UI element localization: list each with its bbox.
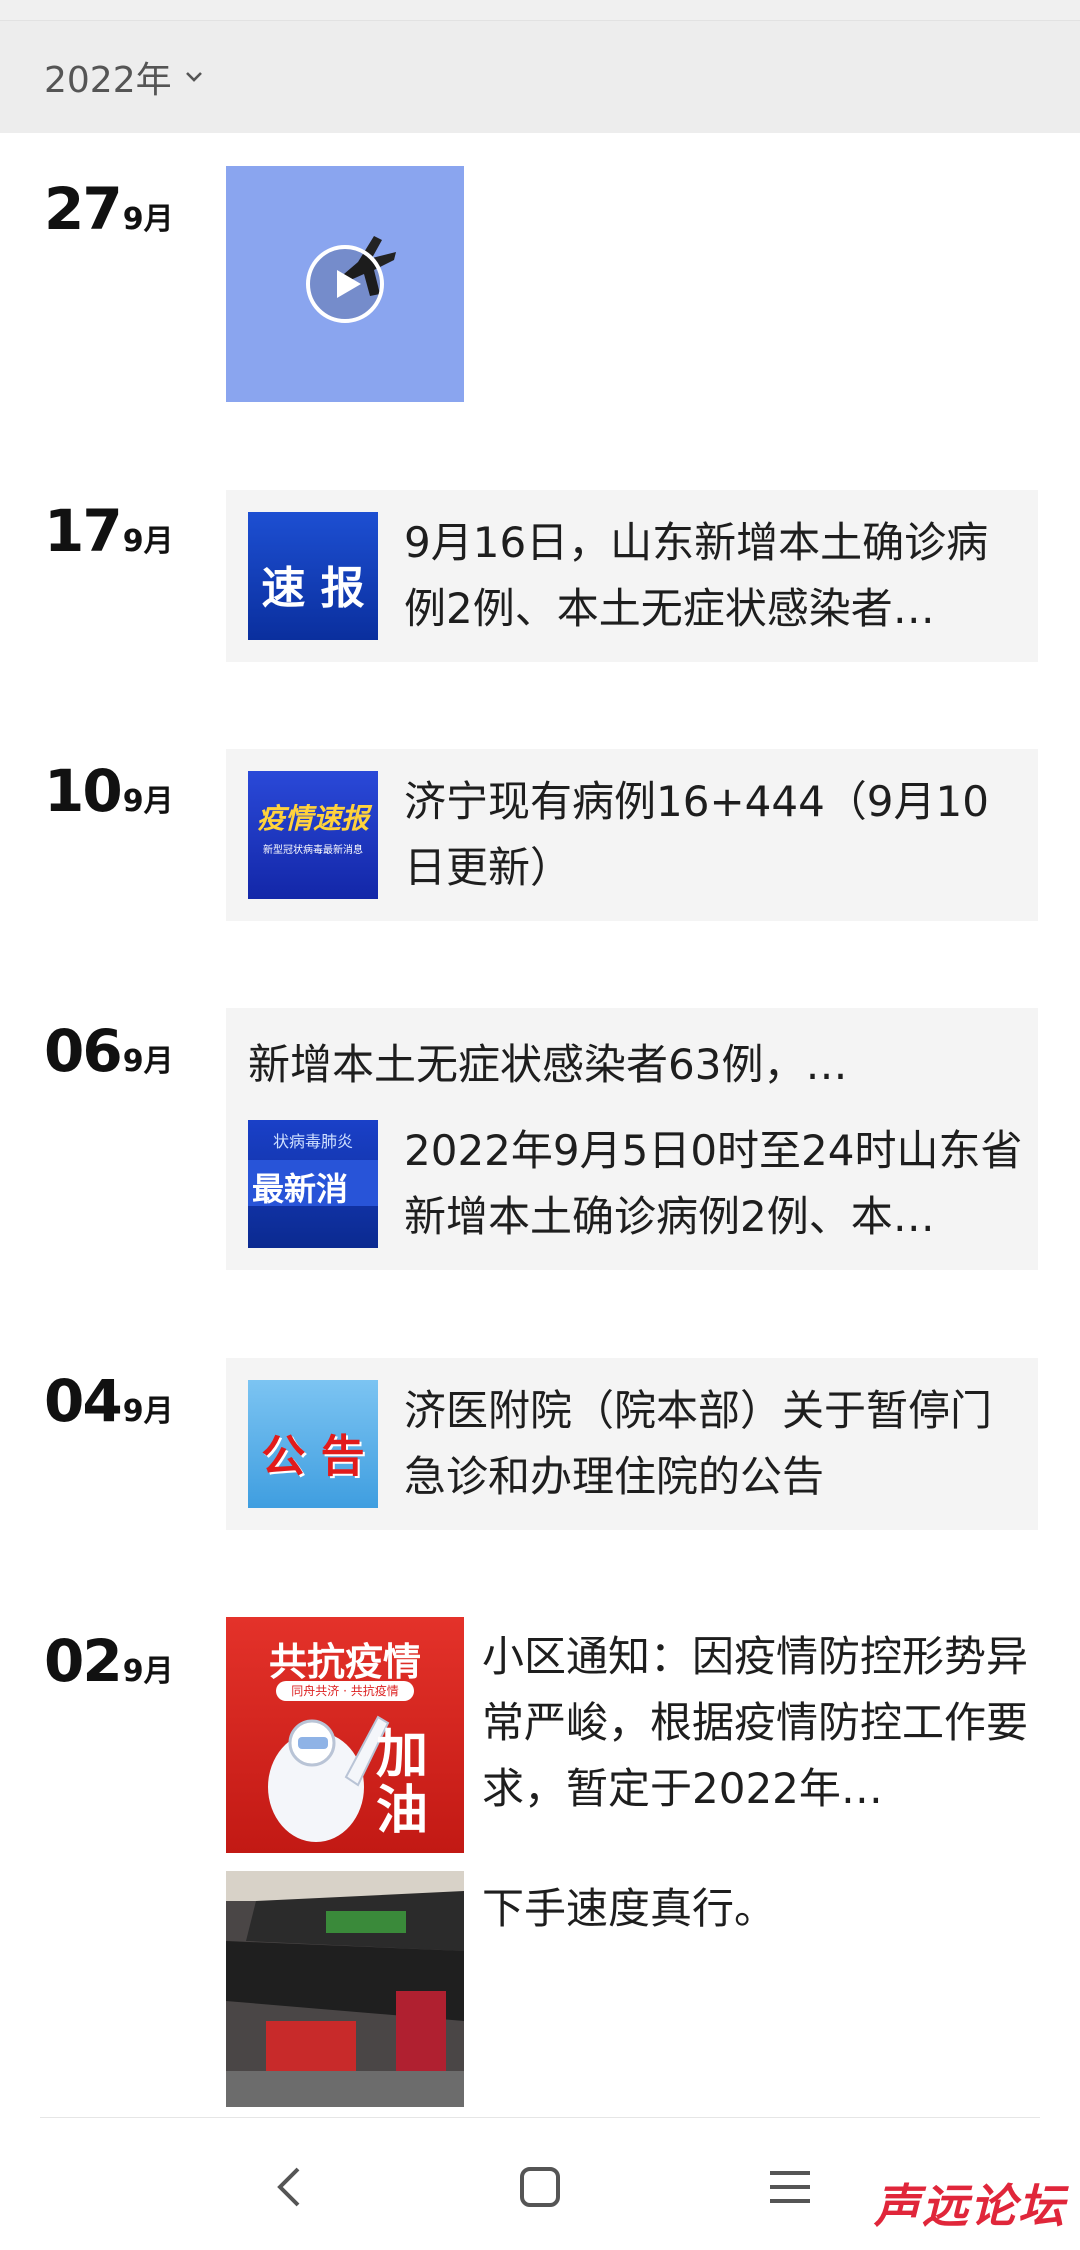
post-title: 下手速度真行。 <box>482 1884 777 1933</box>
post-headline: 新增本土无症状感染者63例，… <box>248 1040 848 1089</box>
post-card[interactable]: 疫情速报 新型冠状病毒最新消息 济宁现有病例16+444（9月10日更新） <box>226 749 1038 921</box>
play-icon[interactable] <box>305 244 385 324</box>
post-thumbnail[interactable]: 共抗疫情 同舟共济 · 共抗疫情 加油 <box>226 1617 464 1853</box>
year-bar: 2022年 <box>0 21 1080 133</box>
post-thumbnail[interactable] <box>226 1871 464 2107</box>
year-label: 2022年 <box>44 60 172 101</box>
post-thumbnail: 公 告 <box>248 1380 378 1508</box>
post-card[interactable]: 公 告 济医附院（院本部）关于暂停门急诊和办理住院的公告 <box>226 1358 1038 1530</box>
back-icon[interactable] <box>258 2155 322 2219</box>
chevron-down-icon <box>185 72 202 82</box>
status-strip <box>0 0 1080 21</box>
post-title: 济医附院（院本部）关于暂停门急诊和办理住院的公告 <box>404 1386 993 1501</box>
post-date: 109月 <box>44 757 174 825</box>
menu-icon[interactable] <box>758 2155 822 2219</box>
post-title: 2022年9月5日0时至24时山东省新增本土确诊病例2例、本… <box>404 1126 1023 1241</box>
home-icon[interactable] <box>508 2155 572 2219</box>
shelf-photo <box>226 1871 464 2107</box>
post-date: 279月 <box>44 175 174 243</box>
post-card[interactable]: 速 报 9月16日，山东新增本土确诊病例2例、本土无症状感染者… <box>226 490 1038 662</box>
post-title: 小区通知：因疫情防控形势异常严峻，根据疫情防控工作要求，暂定于2022年… <box>482 1632 1029 1813</box>
post-date: 029月 <box>44 1627 174 1695</box>
post-date: 049月 <box>44 1367 174 1435</box>
post-thumbnail: 疫情速报 新型冠状病毒最新消息 <box>248 771 378 899</box>
year-selector[interactable]: 2022年 <box>44 55 204 101</box>
post-title: 济宁现有病例16+444（9月10日更新） <box>404 777 989 892</box>
post-date: 179月 <box>44 497 174 565</box>
post-thumbnail: 速 报 <box>248 512 378 640</box>
post-thumbnail: 状病毒肺炎 最新消 <box>248 1120 378 1248</box>
post-date: 069月 <box>44 1017 174 1085</box>
post-card[interactable]: 新增本土无症状感染者63例，… 状病毒肺炎 最新消 2022年9月5日0时至24… <box>226 1008 1038 1270</box>
post-title: 9月16日，山东新增本土确诊病例2例、本土无症状感染者… <box>404 518 989 633</box>
medic-illustration <box>268 1715 390 1842</box>
watermark-logo: 声远论坛 <box>874 2179 1066 2233</box>
video-thumbnail[interactable] <box>226 166 464 402</box>
